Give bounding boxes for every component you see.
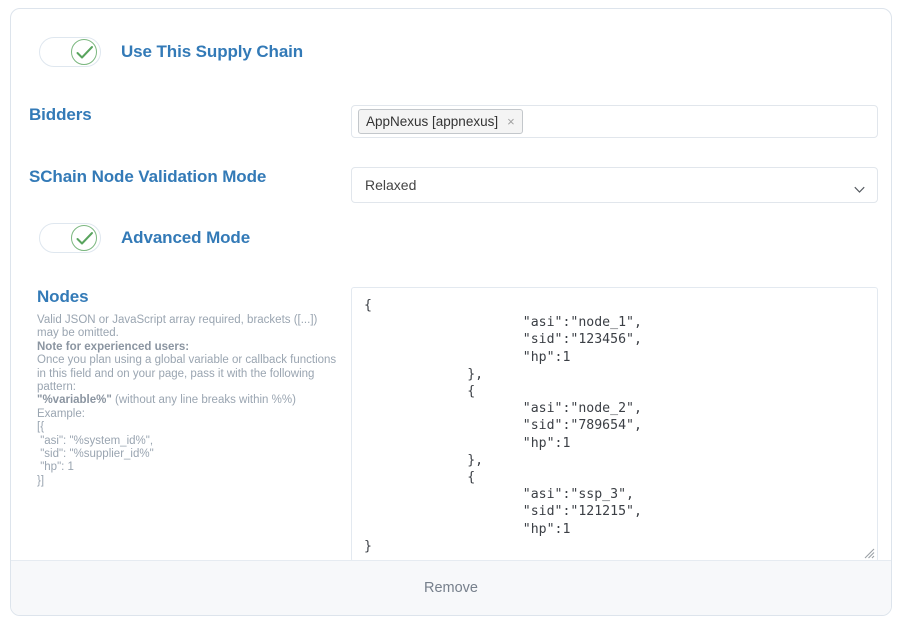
bidders-label-col: Bidders (29, 105, 339, 125)
bidders-multiselect[interactable]: AppNexus [appnexus] × (351, 105, 878, 138)
nodes-textarea[interactable]: { "asi":"node_1", "sid":"123456", "hp":1… (351, 287, 878, 562)
use-supply-chain-control: Use This Supply Chain (39, 37, 349, 67)
remove-bidder-icon[interactable]: × (507, 115, 515, 128)
advanced-mode-control: Advanced Mode (39, 223, 349, 253)
validation-mode-control-col: Relaxed (351, 167, 878, 203)
help-pattern: "%variable%" (37, 394, 112, 407)
nodes-textarea-value[interactable]: { "asi":"node_1", "sid":"123456", "hp":1… (364, 297, 871, 557)
help-note-heading: Note for experienced users: (37, 340, 190, 353)
nodes-label: Nodes (37, 287, 89, 306)
advanced-mode-toggle[interactable] (39, 223, 101, 253)
bidder-tag[interactable]: AppNexus [appnexus] × (358, 109, 523, 134)
chevron-down-icon (854, 181, 865, 199)
use-supply-chain-label: Use This Supply Chain (121, 42, 304, 61)
resize-handle-icon[interactable] (862, 546, 875, 559)
validation-mode-select[interactable]: Relaxed (351, 167, 878, 203)
nodes-help-text: Valid JSON or JavaScript array required,… (37, 314, 337, 488)
help-example-heading: Example: (37, 407, 85, 420)
toggle-knob (71, 225, 97, 251)
remove-button[interactable]: Remove (418, 579, 484, 597)
panel-body: Use This Supply Chain Bidders AppNexus [… (11, 9, 891, 562)
check-icon (76, 46, 93, 59)
use-supply-chain-toggle[interactable] (39, 37, 101, 67)
nodes-label-col: Nodes Valid JSON or JavaScript array req… (37, 287, 337, 488)
validation-mode-label: SChain Node Validation Mode (29, 167, 267, 186)
advanced-mode-label: Advanced Mode (121, 228, 251, 247)
validation-mode-label-col: SChain Node Validation Mode (29, 167, 339, 187)
check-icon (76, 232, 93, 245)
help-line-1: Valid JSON or JavaScript array required,… (37, 314, 318, 340)
help-line-3: (without any line breaks within %%) (111, 394, 296, 407)
supply-chain-panel: Use This Supply Chain Bidders AppNexus [… (10, 8, 892, 616)
bidders-control-col: AppNexus [appnexus] × (351, 105, 878, 138)
validation-mode-value: Relaxed (365, 177, 417, 193)
toggle-knob (71, 39, 97, 65)
help-line-2: Once you plan using a global variable or… (37, 354, 337, 394)
panel-footer: Remove (11, 560, 891, 615)
bidders-label: Bidders (29, 105, 92, 124)
help-example-code: [{ "asi": "%system_id%", "sid": "%suppli… (37, 421, 154, 487)
nodes-control-col: { "asi":"node_1", "sid":"123456", "hp":1… (351, 287, 878, 562)
bidder-tag-label: AppNexus [appnexus] (366, 113, 499, 129)
